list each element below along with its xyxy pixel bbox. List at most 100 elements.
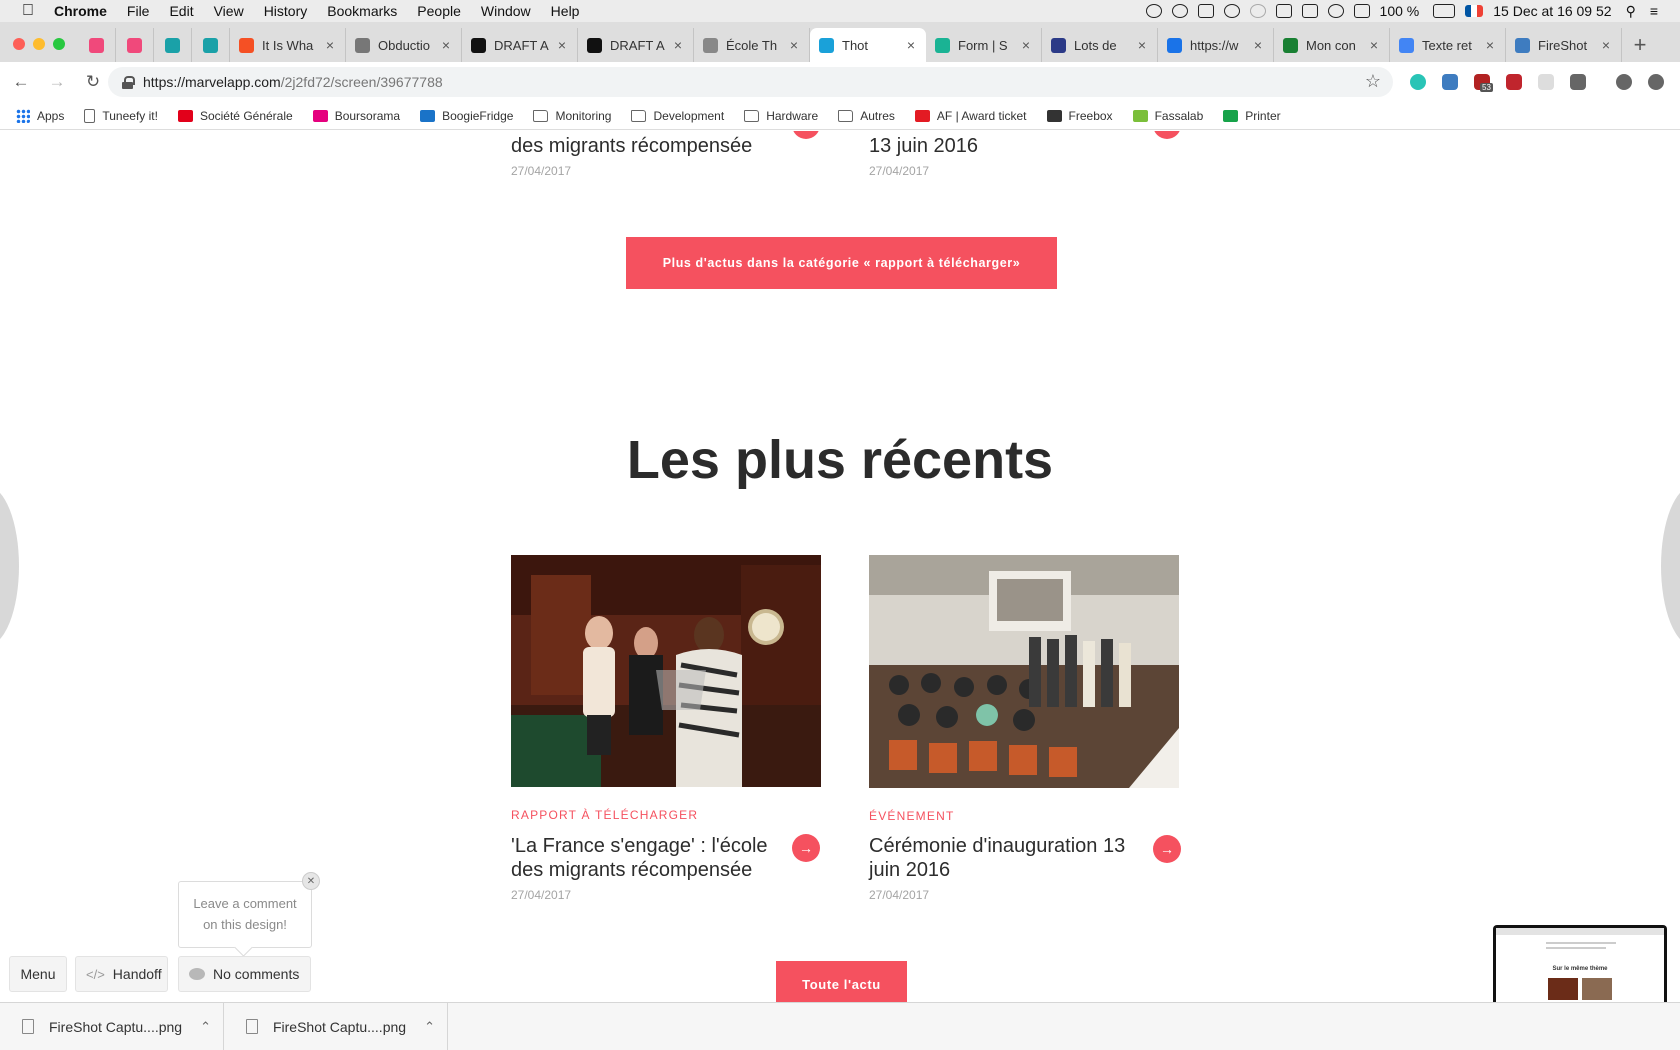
tab-close-icon[interactable]: × — [1019, 37, 1033, 53]
recent-card-2-title[interactable]: Cérémonie d'inauguration 13 juin 2016 — [869, 834, 1139, 882]
tab-3[interactable] — [154, 28, 192, 62]
tab-5[interactable]: It Is Wha × — [230, 28, 346, 62]
menu-bookmarks[interactable]: Bookmarks — [327, 3, 397, 19]
handoff-button[interactable]: </> Handoff — [75, 956, 168, 992]
prev-screen-arrow[interactable] — [0, 486, 19, 646]
bookmark-star-icon[interactable]: ☆ — [1365, 71, 1381, 92]
window-close-button[interactable] — [13, 38, 25, 50]
clock[interactable]: 15 Dec at 16 09 52 — [1493, 3, 1611, 19]
window-minimize-button[interactable] — [33, 38, 45, 50]
ublock-extension-icon[interactable]: 53 — [1474, 74, 1493, 92]
forward-button[interactable]: → — [42, 72, 72, 92]
reload-button[interactable]: ↻ — [78, 72, 108, 92]
recent-card-2-arrow-button[interactable]: → — [1153, 835, 1181, 863]
shield-extension-icon[interactable] — [1506, 74, 1522, 90]
recent-card-1-title[interactable]: 'La France s'engage' : l'école des migra… — [511, 834, 781, 882]
menu-history[interactable]: History — [264, 3, 308, 19]
chevron-up-icon[interactable]: ⌃ — [200, 1019, 211, 1035]
window-zoom-button[interactable] — [53, 38, 65, 50]
tab-close-icon[interactable]: × — [787, 37, 801, 53]
category-more-button[interactable]: Plus d'actus dans la catégorie « rapport… — [626, 237, 1057, 289]
top-card-1-title[interactable]: des migrants récompensée — [511, 134, 801, 158]
iron-icon[interactable] — [1197, 4, 1214, 18]
tab-close-icon[interactable]: × — [439, 37, 453, 53]
back-button[interactable]: ← — [6, 72, 36, 92]
tab-close-icon[interactable]: × — [323, 37, 337, 53]
menu-help[interactable]: Help — [551, 3, 580, 19]
tab-8[interactable]: DRAFT A × — [578, 28, 694, 62]
comments-button[interactable]: No comments — [178, 956, 311, 992]
url-text[interactable]: https://marvelapp.com/2j2fd72/screen/396… — [143, 74, 443, 90]
bookmark-freebox[interactable]: Freebox — [1046, 109, 1113, 123]
tab-14[interactable]: Mon con × — [1274, 28, 1390, 62]
new-tab-button[interactable]: + — [1622, 28, 1658, 62]
battery-icon[interactable] — [1433, 4, 1456, 18]
menu-window[interactable]: Window — [481, 3, 531, 19]
tab-close-icon[interactable]: × — [904, 37, 918, 53]
download-item-2[interactable]: FireShot Captu....png ⌃ — [224, 1002, 448, 1050]
apple-icon[interactable]:  — [18, 2, 38, 20]
top-card-2-title[interactable]: 13 juin 2016 — [869, 134, 1159, 158]
fireshot-extension-icon[interactable] — [1442, 74, 1458, 90]
bookmark-hardware[interactable]: Hardware — [744, 109, 818, 123]
tab-13[interactable]: https://w × — [1158, 28, 1274, 62]
tab-7[interactable]: DRAFT A × — [462, 28, 578, 62]
tab-16[interactable]: FireShot × — [1506, 28, 1622, 62]
marvel-extension-icon[interactable] — [1410, 74, 1426, 90]
s-extension-icon[interactable] — [1570, 74, 1586, 90]
bookmark-development[interactable]: Development — [631, 109, 724, 123]
monitor-status-icon[interactable] — [1145, 4, 1162, 18]
tab-close-icon[interactable]: × — [1135, 37, 1149, 53]
tab-12[interactable]: Lots de × — [1042, 28, 1158, 62]
recent-card-1-photo[interactable] — [511, 555, 821, 787]
tab-close-icon[interactable]: × — [1251, 37, 1265, 53]
spotlight-icon[interactable]: ⚲ — [1626, 3, 1636, 20]
tab-15[interactable]: Texte ret × — [1390, 28, 1506, 62]
tab-close-icon[interactable]: × — [1599, 37, 1613, 53]
wifi-icon[interactable] — [1327, 4, 1344, 18]
notification-center-icon[interactable]: ≡ — [1650, 3, 1658, 19]
tab-9[interactable]: École Th × — [694, 28, 810, 62]
volume-icon[interactable] — [1353, 4, 1370, 18]
tab-11[interactable]: Form | S × — [926, 28, 1042, 62]
chevron-up-icon[interactable]: ⌃ — [424, 1019, 435, 1035]
tab-1[interactable] — [78, 28, 116, 62]
address-bar[interactable]: https://marvelapp.com/2j2fd72/screen/396… — [108, 67, 1393, 97]
recent-card-1-arrow-button[interactable]: → — [792, 834, 820, 862]
bookmark-fassalab[interactable]: Fassalab — [1132, 109, 1203, 123]
airplay-icon[interactable] — [1275, 4, 1292, 18]
tab-6[interactable]: Obductio × — [346, 28, 462, 62]
bookmark-autres[interactable]: Autres — [838, 109, 895, 123]
bookmark-af-award-ticket[interactable]: AF | Award ticket — [914, 109, 1027, 123]
marvel-menu-button[interactable]: Menu — [9, 956, 67, 992]
download-item-1[interactable]: FireShot Captu....png ⌃ — [0, 1002, 224, 1050]
all-news-button[interactable]: Toute l'actu — [776, 961, 907, 1002]
update-icon[interactable] — [1648, 74, 1664, 90]
menu-file[interactable]: File — [127, 3, 150, 19]
recent-card-1-category[interactable]: RAPPORT À TÉLÉCHARGER — [511, 808, 698, 822]
menu-view[interactable]: View — [214, 3, 244, 19]
recent-card-2-photo[interactable] — [869, 555, 1179, 788]
bookmark-monitoring[interactable]: Monitoring — [533, 109, 611, 123]
lock-icon[interactable] — [122, 75, 135, 89]
bluetooth-icon[interactable] — [1249, 4, 1266, 18]
tab-close-icon[interactable]: × — [671, 37, 685, 53]
menu-people[interactable]: People — [417, 3, 461, 19]
bookmark-soci-t-g-n-rale[interactable]: Société Générale — [177, 109, 293, 123]
bookmark-printer[interactable]: Printer — [1223, 109, 1281, 123]
menu-app-name[interactable]: Chrome — [54, 3, 107, 19]
tab-close-icon[interactable]: × — [1367, 37, 1381, 53]
tab-10[interactable]: Thot × — [810, 28, 926, 62]
time-machine-icon[interactable] — [1223, 4, 1240, 18]
french-flag-icon[interactable] — [1465, 5, 1484, 17]
bookmark-boursorama[interactable]: Boursorama — [312, 109, 400, 123]
keyboard-icon[interactable] — [1301, 4, 1318, 18]
tab-close-icon[interactable]: × — [555, 37, 569, 53]
profile-avatar-icon[interactable] — [1616, 74, 1632, 90]
menu-edit[interactable]: Edit — [169, 3, 193, 19]
next-screen-arrow[interactable] — [1661, 486, 1680, 646]
tab-4[interactable] — [192, 28, 230, 62]
recent-card-2-category[interactable]: ÉVÉNEMENT — [869, 809, 954, 823]
tab-close-icon[interactable]: × — [1483, 37, 1497, 53]
bookmark-apps[interactable]: Apps — [16, 108, 64, 123]
